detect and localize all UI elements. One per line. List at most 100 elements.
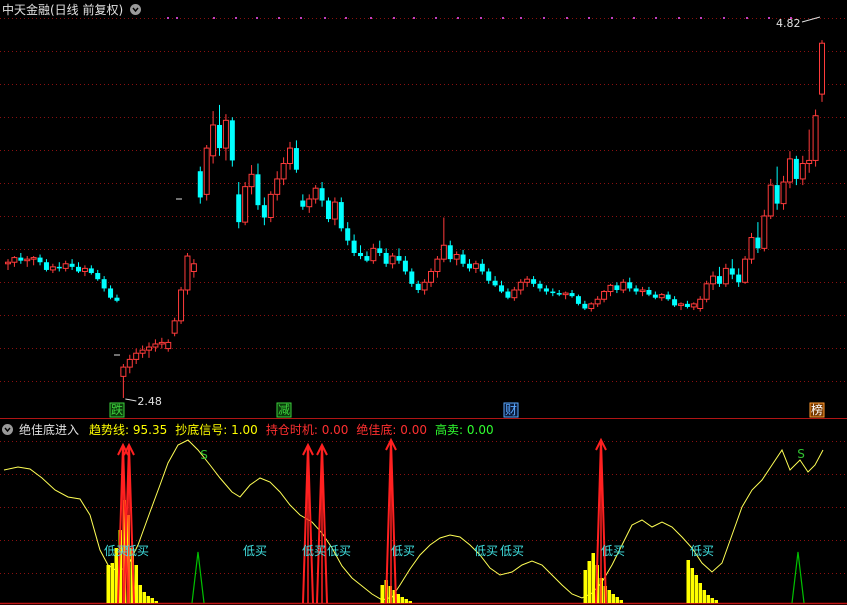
candle <box>537 280 543 292</box>
candle <box>331 197 338 226</box>
candle <box>248 165 255 195</box>
candle <box>325 197 331 223</box>
indicator-values: 趋势线: 95.35 抄底信号: 1.00 持仓时机: 0.00 绝佳底: 0.00 高… <box>89 421 494 438</box>
svg-text:榜: 榜 <box>811 402 823 417</box>
low-buy-label: 低买 <box>500 544 524 558</box>
svg-text:跌: 跌 <box>111 402 123 417</box>
candle <box>351 234 357 257</box>
candle <box>716 266 722 287</box>
candle <box>633 285 639 295</box>
signal-bar <box>583 570 587 603</box>
candle <box>300 194 306 210</box>
candle <box>428 268 435 287</box>
svg-text:财: 财 <box>505 403 517 417</box>
candle <box>812 109 819 167</box>
indicator-value: 1.00 <box>227 423 258 437</box>
signal-bar <box>154 601 158 603</box>
candle <box>261 197 267 226</box>
price-grid <box>0 17 847 419</box>
low-buy-label: 低买 <box>302 544 326 558</box>
candle <box>786 151 793 189</box>
chevron-down-icon[interactable] <box>2 424 13 435</box>
candle <box>562 291 569 300</box>
event-marker <box>588 17 590 19</box>
candle <box>421 279 428 295</box>
candle <box>178 286 185 324</box>
candle <box>601 289 608 303</box>
candle <box>358 245 364 260</box>
low-buy-label: 低买 <box>327 544 351 558</box>
candle <box>280 157 287 186</box>
event-marker <box>235 17 237 19</box>
candle <box>236 182 242 229</box>
candle <box>684 300 690 309</box>
price-min-label: 2.48 <box>137 395 162 408</box>
bottom-signal <box>316 442 328 604</box>
event-marker <box>256 17 258 19</box>
candle <box>49 263 56 274</box>
event-marker <box>611 17 613 19</box>
candle <box>190 259 197 278</box>
event-marker <box>655 17 657 19</box>
event-marker <box>167 17 169 19</box>
signal-bar <box>607 590 611 603</box>
candle <box>222 114 229 161</box>
candle <box>806 129 813 173</box>
signal-bar <box>408 601 412 603</box>
candle <box>312 185 319 204</box>
event-marker <box>213 17 215 19</box>
chart-canvas[interactable]: 4.822.48跌减财榜 S S低买低买 低买 低买 低买 低买 低买 低买 低买 低买 <box>0 0 847 605</box>
candle <box>56 262 62 272</box>
candle <box>210 111 217 164</box>
news-badge-3[interactable]: 榜 <box>809 402 825 418</box>
bottom-signal <box>385 437 397 604</box>
candle <box>767 178 774 220</box>
candle <box>627 277 633 292</box>
candle <box>524 276 531 287</box>
signal-bar <box>138 585 142 603</box>
candle <box>620 279 627 294</box>
signal-bar <box>146 596 150 603</box>
candle <box>319 182 325 207</box>
news-badge-1[interactable]: 减 <box>276 402 292 418</box>
signal-bar <box>110 563 114 603</box>
candle <box>287 141 294 170</box>
event-marker <box>435 17 437 19</box>
candle <box>639 286 646 297</box>
event-marker <box>345 17 347 19</box>
candle <box>306 194 313 213</box>
indicator-label: 高卖: <box>435 423 464 437</box>
indicator-label: 持仓时机: <box>265 423 318 437</box>
sell-marker: S <box>797 447 805 461</box>
candle <box>383 248 389 267</box>
main-chart-header: 中天金融(日线 前复权) <box>2 1 142 18</box>
indicator-label: 绝佳底: <box>356 423 397 437</box>
low-buy-label: 低买 <box>391 544 415 558</box>
chevron-down-icon[interactable] <box>130 4 142 15</box>
candle <box>614 282 620 294</box>
signal-bar <box>690 568 694 603</box>
indicator-name: 绝佳底进入 <box>19 423 80 437</box>
low-buy-label: 低买 <box>690 544 714 558</box>
candle <box>37 254 43 266</box>
candle <box>370 243 377 264</box>
candle <box>505 288 511 300</box>
event-marker <box>520 17 522 19</box>
svg-text:减: 减 <box>278 403 290 417</box>
candle <box>402 256 408 275</box>
candle <box>472 260 479 274</box>
candle <box>517 279 524 295</box>
signal-bar <box>615 597 619 603</box>
signal-bar <box>142 592 146 603</box>
candle <box>486 268 492 284</box>
candle <box>665 291 671 301</box>
signal-bar <box>714 600 718 603</box>
candle <box>43 259 49 272</box>
news-badge-0[interactable]: 跌 <box>109 402 125 418</box>
candle <box>114 294 120 303</box>
candle <box>267 191 274 223</box>
candle <box>761 209 768 252</box>
candle <box>389 252 396 269</box>
indicator-item-2: 持仓时机: 0.00 <box>266 421 349 438</box>
news-badge-2[interactable]: 财 <box>503 402 519 418</box>
